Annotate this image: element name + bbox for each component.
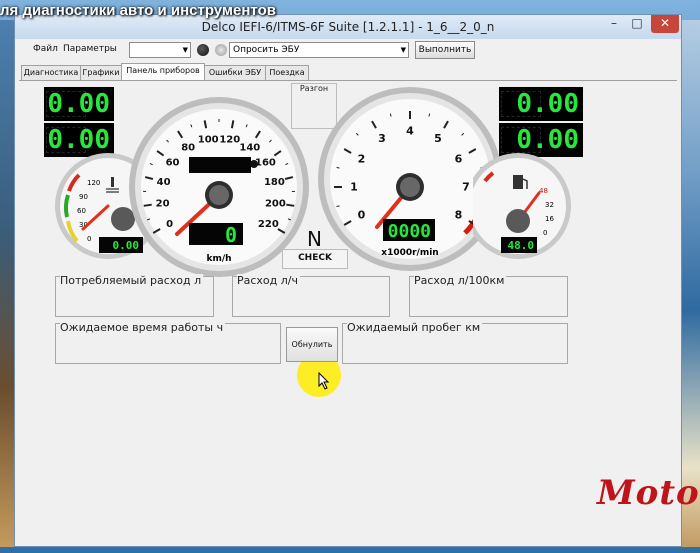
dial-tick-label: 200 bbox=[265, 198, 286, 209]
speed-marker-dot bbox=[250, 160, 258, 168]
connection-indicator-icon bbox=[197, 44, 209, 56]
tab-dashboard[interactable]: Панель приборов bbox=[121, 63, 205, 80]
tab-trip[interactable]: Поездка bbox=[265, 65, 309, 80]
right-digital-panel: 0.00 0.00 bbox=[499, 87, 583, 159]
menu-parameters[interactable]: Параметры bbox=[63, 44, 117, 54]
fuel-per-100km-label: Расход л/100км bbox=[414, 274, 506, 287]
dial-tick-label: 60 bbox=[166, 157, 180, 168]
fuel-per-hour-groupbox: Расход л/ч bbox=[232, 276, 390, 317]
right-panel-row: 0.00 bbox=[499, 87, 583, 121]
tacho-digits: 0000 bbox=[388, 221, 431, 242]
check-engine-indicator[interactable]: CHECK bbox=[282, 249, 348, 269]
dial-tick-label: 140 bbox=[239, 142, 260, 153]
tab-graphs[interactable]: Графики bbox=[80, 65, 122, 80]
left-digital-panel: 0.00 0.00 bbox=[44, 87, 114, 159]
status-lamp-icon bbox=[215, 44, 227, 56]
dial-tick-label: 1 bbox=[350, 181, 358, 194]
dial-tick-label: 0 bbox=[166, 219, 173, 230]
expected-mileage-groupbox: Ожидаемый пробег км bbox=[342, 323, 568, 364]
fuel-tick-label: 16 bbox=[545, 215, 554, 223]
fuel-per-100km-groupbox: Расход л/100км bbox=[409, 276, 568, 317]
dial-tick-label: 40 bbox=[157, 177, 171, 188]
gauge-hub-cap bbox=[400, 177, 420, 197]
fuel-gauge: 48 32 16 0 48.0 bbox=[473, 151, 573, 261]
chevron-down-icon: ▼ bbox=[401, 43, 406, 57]
desktop-right-edge bbox=[682, 20, 700, 547]
major-tick bbox=[286, 205, 294, 206]
reset-button[interactable]: Обнулить bbox=[286, 327, 338, 362]
gear-indicator: N bbox=[307, 227, 322, 251]
menu-file[interactable]: Файл bbox=[33, 44, 58, 54]
execute-button[interactable]: Выполнить bbox=[415, 41, 475, 59]
watermark-text: Motor bbox=[597, 473, 700, 513]
watermark-logo: Motor bbox=[589, 473, 699, 553]
fuel-per-hour-label: Расход л/ч bbox=[237, 274, 300, 287]
speed-upper-lcd bbox=[189, 157, 251, 173]
tab-diagnostics[interactable]: Диагностика bbox=[21, 65, 81, 80]
fuel-tick-label: 32 bbox=[545, 201, 554, 209]
dial-tick-label: 120 bbox=[219, 134, 240, 145]
dial-tick-label: 3 bbox=[378, 132, 386, 145]
app-window: Delco IEFI-6/ITMS-6F Suite [1.2.1.1] - 1… bbox=[14, 14, 682, 547]
dial-tick-label: 6 bbox=[455, 153, 463, 166]
dial-tick-label: 2 bbox=[358, 153, 366, 166]
tacho-unit: x1000r/min bbox=[381, 248, 438, 258]
dial-tick-label: 160 bbox=[255, 157, 276, 168]
temp-tick-label: 60 bbox=[77, 207, 86, 215]
fuel-tick-label: 0 bbox=[543, 229, 547, 237]
temp-tick-label: 120 bbox=[87, 179, 100, 187]
expected-runtime-groupbox: Ожидаемое время работы ч bbox=[55, 323, 281, 364]
gauge-hub bbox=[506, 209, 530, 233]
dial-tick-label: 7 bbox=[462, 181, 470, 194]
close-button[interactable]: ✕ bbox=[651, 15, 679, 33]
action-select[interactable]: Опросить ЭБУ ▼ bbox=[229, 42, 409, 58]
dial-tick-label: 4 bbox=[406, 125, 414, 138]
tab-ecu-errors[interactable]: Ошибки ЭБУ bbox=[204, 65, 266, 80]
chevron-down-icon: ▼ bbox=[183, 43, 188, 57]
dial-tick-label: 5 bbox=[434, 132, 442, 145]
speed-unit: km/h bbox=[206, 254, 231, 264]
right-panel-value-1: 0.00 bbox=[516, 89, 579, 119]
fuel-consumed-label: Потребляемый расход л bbox=[60, 274, 203, 287]
fuel-tick-label: 48 bbox=[539, 187, 548, 195]
acceleration-label: Разгон bbox=[300, 84, 328, 93]
left-panel-value-1: 0.00 bbox=[47, 89, 110, 119]
window-title: Delco IEFI-6/ITMS-6F Suite [1.2.1.1] - 1… bbox=[15, 20, 681, 34]
fuel-gauge-svg: 48 32 16 0 48.0 bbox=[473, 151, 573, 261]
dial-tick-label: 0 bbox=[358, 209, 366, 222]
gauge-hub-cap bbox=[209, 185, 229, 205]
temp-green-zone bbox=[66, 195, 68, 217]
dial-tick-label: 100 bbox=[198, 134, 219, 145]
major-tick bbox=[144, 205, 152, 206]
speed-digits: 0 bbox=[225, 223, 237, 247]
expected-runtime-label: Ожидаемое время работы ч bbox=[60, 321, 225, 334]
temp-tick-label: 0 bbox=[87, 235, 91, 243]
fuel-consumed-groupbox: Потребляемый расход л bbox=[55, 276, 214, 317]
expected-mileage-label: Ожидаемый пробег км bbox=[347, 321, 482, 334]
mouse-pointer-icon bbox=[318, 372, 330, 390]
toolbar: Файл Параметры ▼ Опросить ЭБУ ▼ Выполнит… bbox=[19, 41, 679, 61]
acceleration-box[interactable]: Разгон bbox=[291, 83, 337, 129]
fuel-digits: 48.0 bbox=[508, 239, 535, 252]
port-select[interactable]: ▼ bbox=[129, 42, 191, 58]
minimize-button[interactable]: – bbox=[603, 15, 625, 33]
action-select-value: Опросить ЭБУ bbox=[233, 45, 299, 55]
maximize-button[interactable]: □ bbox=[626, 15, 648, 33]
left-panel-row: 0.00 bbox=[44, 87, 114, 121]
video-caption: ля диагностики авто и инструментов bbox=[0, 2, 282, 22]
dial-tick-label: 8 bbox=[455, 209, 463, 222]
dial-tick-label: 80 bbox=[181, 142, 195, 153]
dial-tick-label: 180 bbox=[264, 177, 285, 188]
dial-tick-label: 220 bbox=[258, 219, 279, 230]
dial-tick-label: 20 bbox=[156, 198, 170, 209]
temp-tick-label: 90 bbox=[79, 193, 88, 201]
